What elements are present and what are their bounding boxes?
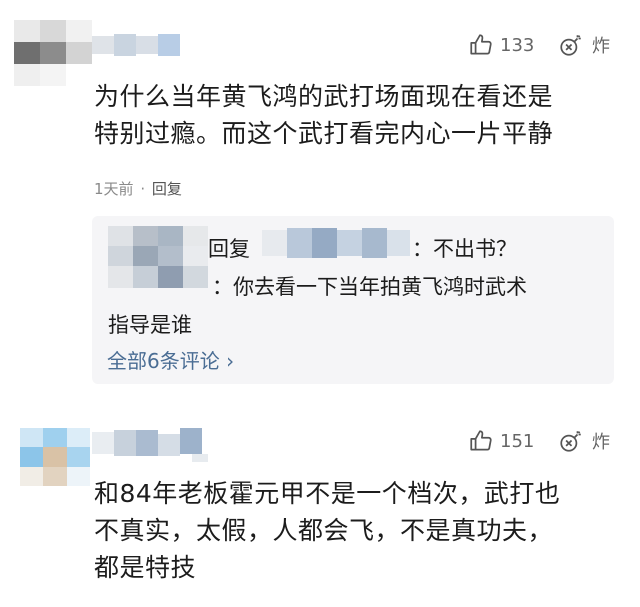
thumbs-up-icon <box>468 428 494 454</box>
bomb-icon <box>558 428 584 454</box>
username-1[interactable] <box>92 34 180 56</box>
reply-button[interactable]: 回复 <box>152 180 182 198</box>
bomb-button-2[interactable]: 炸 <box>558 428 610 454</box>
comment-line: 特别过瘾。而这个武打看完内心一片平静 <box>94 119 554 148</box>
reply-username-mosaic-1 <box>108 226 208 296</box>
like-button-2[interactable]: 151 <box>468 428 534 454</box>
comment-text-2: 和84年老板霍元甲不是一个档次，武打也 不真实，太假，人都会飞，不是真功夫， 都… <box>94 475 560 586</box>
avatar-1[interactable] <box>14 20 92 86</box>
reply-1-text: ：不出书？ <box>412 237 517 261</box>
like-count-1: 133 <box>500 34 535 56</box>
all-replies-link[interactable]: 全部6条评论 › <box>107 345 234 374</box>
reply-1[interactable]: 回复 <box>208 233 250 263</box>
comment-line: 不真实，太假，人都会飞，不是真功夫， <box>94 516 554 545</box>
bomb-button-1[interactable]: 炸 <box>558 32 610 58</box>
bomb-icon <box>558 32 584 58</box>
bomb-label-2: 炸 <box>592 432 610 453</box>
thumbs-up-icon <box>468 32 494 58</box>
comment-text-1: 为什么当年黄飞鸿的武打场面现在看还是 特别过瘾。而这个武打看完内心一片平静 <box>94 78 553 152</box>
reply-2-text-cont: 指导是谁 <box>108 313 192 337</box>
reply-prefix: 回复 <box>208 237 250 261</box>
meta-separator: · <box>140 180 146 198</box>
bomb-label-1: 炸 <box>592 36 610 57</box>
username-2[interactable] <box>92 426 208 462</box>
comment-line: 为什么当年黄飞鸿的武打场面现在看还是 <box>94 82 554 111</box>
like-button-1[interactable]: 133 <box>468 32 534 58</box>
comment-line: 都是特技 <box>94 553 197 582</box>
comment-line: 和84年老板霍元甲不是一个档次，武打也 <box>94 479 561 508</box>
avatar-2[interactable] <box>20 428 90 486</box>
reply-2-text[interactable]: ：你去看一下当年拍黄飞鸿时武术 <box>212 271 527 301</box>
comment-meta-1: 1天前 · 回复 <box>94 178 182 199</box>
like-count-2: 151 <box>500 430 535 452</box>
reply-username-mosaic-2 <box>262 228 410 258</box>
timestamp: 1天前 <box>94 180 134 198</box>
